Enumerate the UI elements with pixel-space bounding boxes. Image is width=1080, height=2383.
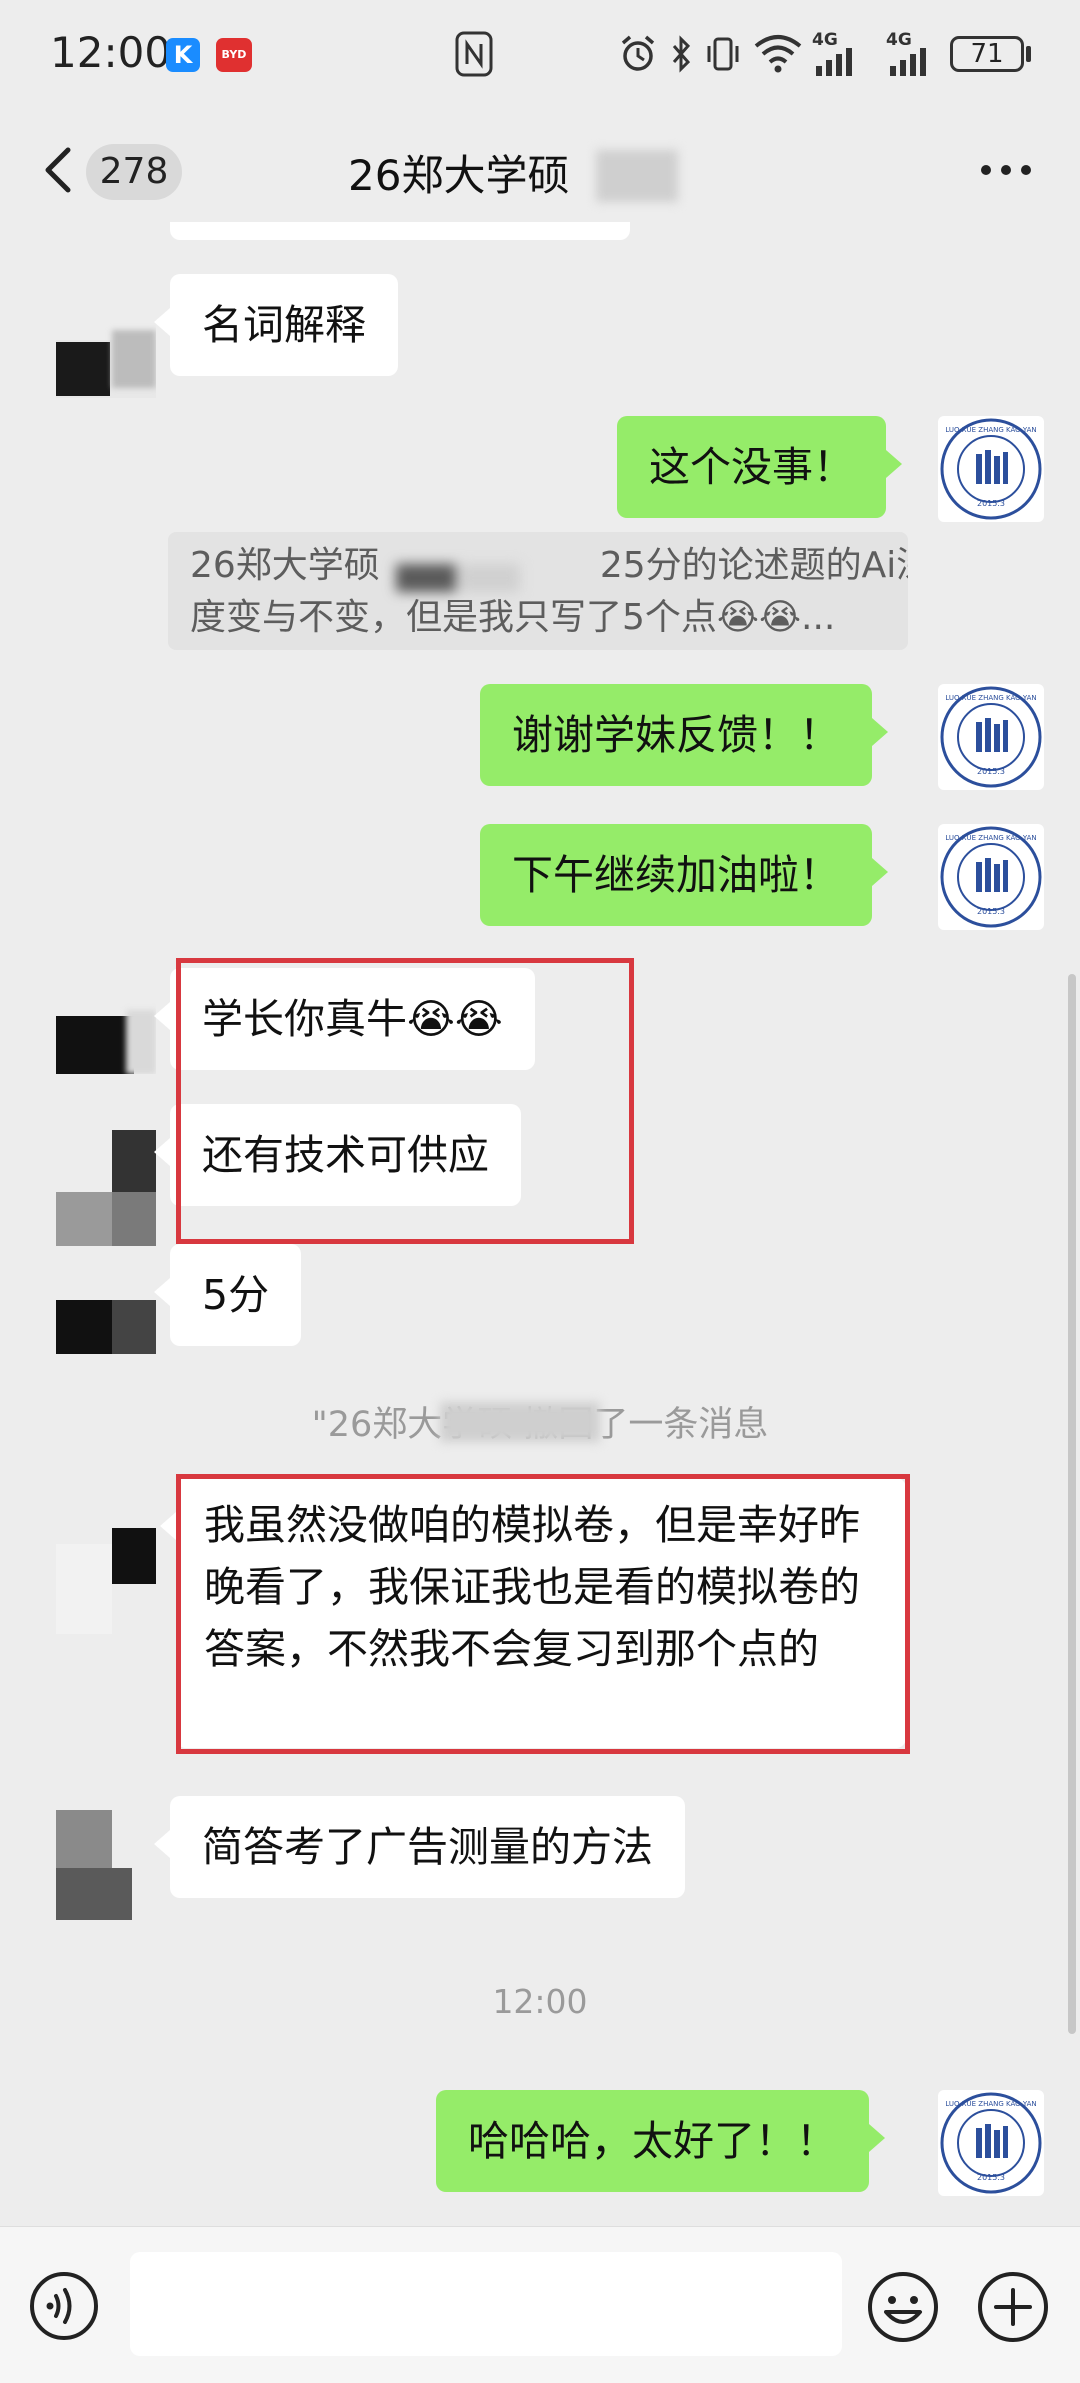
unread-count-badge[interactable]: 278 xyxy=(86,144,182,200)
logo-avatar-icon: 2015.3 LUO XUE ZHANG KAO YAN xyxy=(940,686,1042,788)
plus-icon[interactable] xyxy=(976,2270,1050,2344)
message-bubble[interactable]: 下午继续加油啦！ xyxy=(480,824,888,926)
sender-avatar[interactable] xyxy=(56,970,156,1074)
bluetooth-icon xyxy=(672,35,691,73)
quote-redaction xyxy=(390,556,520,596)
message-bubble[interactable]: 名词解释 xyxy=(154,274,398,376)
message-text: 简答考了广告测量的方法 xyxy=(202,1823,653,1871)
previous-message-edge xyxy=(170,222,630,240)
message-text: 下午继续加油啦！ xyxy=(512,851,840,899)
voice-icon[interactable] xyxy=(28,2270,100,2342)
timestamp: 12:00 xyxy=(492,1982,588,2021)
self-avatar[interactable]: 2015.3 LUO XUE ZHANG KAO YAN xyxy=(938,2090,1044,2196)
highlight-box xyxy=(176,1474,910,1754)
svg-text:LUO XUE ZHANG KAO YAN: LUO XUE ZHANG KAO YAN xyxy=(945,2100,1036,2108)
app-k-icon: K xyxy=(166,38,200,72)
signal-icon xyxy=(816,48,852,76)
sender-avatar[interactable] xyxy=(56,1246,156,1354)
logo-avatar-icon: 2015.3 LUO XUE ZHANG KAO YAN xyxy=(940,826,1042,928)
app-byd-icon: BYD xyxy=(216,38,252,72)
chat-title[interactable]: 26郑大学硕 xyxy=(348,142,569,203)
sender-avatar[interactable] xyxy=(56,1130,156,1246)
title-redaction xyxy=(596,150,678,202)
emoji-icon[interactable] xyxy=(866,2270,940,2344)
scrollbar[interactable] xyxy=(1068,974,1076,2034)
more-icon[interactable] xyxy=(976,150,1036,190)
back-arrow-icon[interactable] xyxy=(40,142,76,198)
nfc-icon xyxy=(455,31,493,77)
wifi-icon xyxy=(754,35,802,73)
signal-icon xyxy=(890,48,926,76)
highlight-box xyxy=(176,958,634,1244)
quote-line1-end: 25分的论述题的Ai深 xyxy=(599,545,908,586)
message-bubble[interactable]: 5分 xyxy=(154,1244,302,1346)
svg-text:2015.3: 2015.3 xyxy=(977,2173,1005,2182)
logo-avatar-icon: 2015.3 LUO XUE ZHANG KAO YAN xyxy=(940,418,1042,520)
svg-text:2015.3: 2015.3 xyxy=(977,907,1005,916)
sender-avatar[interactable] xyxy=(56,1524,156,1640)
battery-tip xyxy=(1026,46,1031,62)
message-text: 名词解释 xyxy=(202,301,366,349)
message-input[interactable] xyxy=(130,2252,842,2356)
status-time: 12:00 xyxy=(50,28,172,77)
message-text: 哈哈哈，太好了！！ xyxy=(468,2117,837,2165)
sender-avatar[interactable] xyxy=(56,1800,156,1920)
svg-text:LUO XUE ZHANG KAO YAN: LUO XUE ZHANG KAO YAN xyxy=(945,426,1036,434)
message-bubble[interactable]: 哈哈哈，太好了！！ xyxy=(436,2090,885,2192)
message-text: 这个没事！ xyxy=(649,443,854,491)
alarm-icon xyxy=(621,35,655,71)
svg-text:LUO XUE ZHANG KAO YAN: LUO XUE ZHANG KAO YAN xyxy=(945,834,1036,842)
self-avatar[interactable]: 2015.3 LUO XUE ZHANG KAO YAN xyxy=(938,416,1044,522)
message-text: 5分 xyxy=(202,1271,270,1319)
status-bar: 12:00 K BYD 4G 4G 71 xyxy=(0,0,1080,110)
message-bubble[interactable]: 谢谢学妹反馈！！ xyxy=(480,684,888,786)
message-bubble[interactable]: 这个没事！ xyxy=(617,416,902,518)
svg-text:2015.3: 2015.3 xyxy=(977,767,1005,776)
svg-text:2015.3: 2015.3 xyxy=(977,499,1005,508)
quote-line2: 度变与不变，但是我只写了5个点😭😭... xyxy=(190,597,836,638)
svg-text:LUO XUE ZHANG KAO YAN: LUO XUE ZHANG KAO YAN xyxy=(945,694,1036,702)
self-avatar[interactable]: 2015.3 LUO XUE ZHANG KAO YAN xyxy=(938,824,1044,930)
message-bubble[interactable]: 简答考了广告测量的方法 xyxy=(154,1796,685,1898)
battery-icon: 71 xyxy=(950,36,1024,72)
self-avatar[interactable]: 2015.3 LUO XUE ZHANG KAO YAN xyxy=(938,684,1044,790)
logo-avatar-icon: 2015.3 LUO XUE ZHANG KAO YAN xyxy=(940,2092,1042,2194)
recall-redaction xyxy=(440,1402,600,1442)
quoted-message[interactable]: 26郑大学硕 25分的论述题的Ai深 度变与不变，但是我只写了5个点😭😭... xyxy=(168,532,908,650)
quote-line1-start: 26郑大学硕 xyxy=(190,545,380,586)
status-icons-right: 4G 4G 71 xyxy=(618,28,1058,84)
sender-avatar[interactable] xyxy=(56,270,156,398)
message-text: 谢谢学妹反馈！！ xyxy=(512,711,840,759)
vibrate-icon xyxy=(707,37,739,71)
